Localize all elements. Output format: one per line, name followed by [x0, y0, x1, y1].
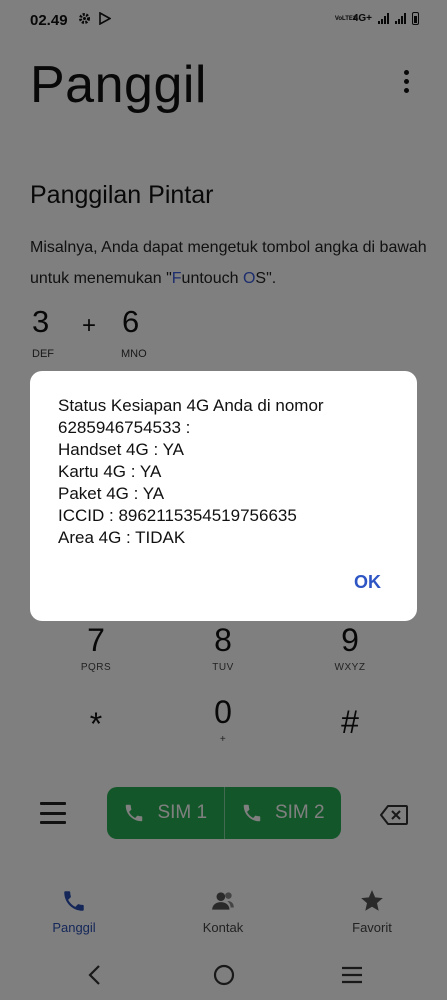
dialog-line: Area 4G : TIDAK	[58, 528, 186, 547]
dialog-line: 6285946754533 :	[58, 418, 191, 437]
dialog-line: ICCID : 8962115354519756635	[58, 506, 297, 525]
dialog-line: Kartu 4G : YA	[58, 462, 162, 481]
dialog-line: Handset 4G : YA	[58, 440, 184, 459]
ok-button[interactable]: OK	[354, 572, 381, 593]
dialog-line: Paket 4G : YA	[58, 484, 165, 503]
status-4g-dialog: Status Kesiapan 4G Anda di nomor 6285946…	[30, 371, 417, 621]
dialog-line: Status Kesiapan 4G Anda di nomor	[58, 396, 324, 415]
dialog-message: Status Kesiapan 4G Anda di nomor 6285946…	[58, 395, 397, 549]
